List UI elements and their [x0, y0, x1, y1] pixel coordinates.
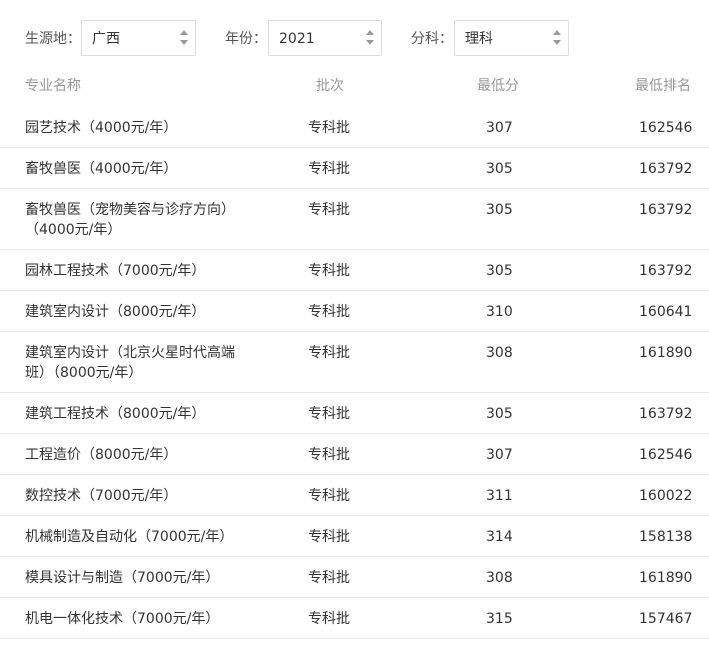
major-name-cell: 建筑室内设计（北京火星时代高端班）（8000元/年） [25, 345, 235, 381]
major-name-cell: 机电一体化技术（7000元/年） [25, 611, 220, 627]
arrow-up-icon [180, 30, 188, 35]
min-rank-cell: 162546 [639, 120, 693, 136]
year-label: 年份： [225, 31, 267, 47]
min-score-cell: 305 [486, 161, 513, 177]
batch-cell: 专科批 [308, 345, 350, 361]
batch-cell: 专科批 [308, 488, 350, 504]
table-body: 园艺技术（4000元/年） 专科批 307 162546 畜牧兽医（4000元/… [0, 107, 709, 639]
origin-label: 生源地： [25, 31, 81, 47]
min-rank-cell: 163792 [639, 161, 693, 177]
min-rank-cell: 163792 [639, 406, 693, 422]
origin-select[interactable]: 广西 [81, 20, 196, 56]
major-name-cell: 园艺技术（4000元/年） [25, 120, 178, 136]
min-score-cell: 307 [486, 447, 513, 463]
major-name-cell: 机械制造及自动化（7000元/年） [25, 529, 234, 545]
arrow-down-icon [180, 40, 188, 45]
table-row: 建筑室内设计（8000元/年） 专科批 310 160641 [0, 291, 709, 332]
min-rank-cell: 163792 [639, 263, 693, 279]
subject-select[interactable]: 理科 [454, 20, 569, 56]
table-header: 专业名称 批次 最低分 最低排名 [0, 76, 709, 100]
min-score-cell: 305 [486, 202, 513, 218]
min-score-cell: 308 [486, 570, 513, 586]
batch-cell: 专科批 [308, 447, 350, 463]
origin-select-value: 广西 [92, 31, 120, 47]
major-name-cell: 畜牧兽医（4000元/年） [25, 161, 178, 177]
min-score-cell: 308 [486, 345, 513, 361]
min-rank-cell: 160022 [639, 488, 693, 504]
subject-select-value: 理科 [465, 31, 493, 47]
min-score-cell: 314 [486, 529, 513, 545]
table-row: 建筑工程技术（8000元/年） 专科批 305 163792 [0, 393, 709, 434]
batch-cell: 专科批 [308, 161, 350, 177]
major-name-cell: 畜牧兽医（宠物美容与诊疗方向）（4000元/年） [25, 202, 235, 238]
table-row: 机电一体化技术（7000元/年） 专科批 315 157467 [0, 598, 709, 639]
spinner-arrows-icon [553, 28, 563, 48]
major-name-cell: 工程造价（8000元/年） [25, 447, 178, 463]
year-select-value: 2021 [279, 31, 315, 47]
major-name-cell: 建筑室内设计（8000元/年） [25, 304, 206, 320]
table-row: 机械制造及自动化（7000元/年） 专科批 314 158138 [0, 516, 709, 557]
arrow-up-icon [366, 30, 374, 35]
batch-cell: 专科批 [308, 406, 350, 422]
min-rank-cell: 160641 [639, 304, 693, 320]
table-row: 工程造价（8000元/年） 专科批 307 162546 [0, 434, 709, 475]
year-select[interactable]: 2021 [268, 20, 382, 56]
min-rank-cell: 161890 [639, 570, 693, 586]
header-min-score: 最低分 [477, 78, 519, 94]
min-score-cell: 307 [486, 120, 513, 136]
batch-cell: 专科批 [308, 304, 350, 320]
table-row: 模具设计与制造（7000元/年） 专科批 308 161890 [0, 557, 709, 598]
arrow-down-icon [553, 40, 561, 45]
major-name-cell: 数控技术（7000元/年） [25, 488, 178, 504]
filter-bar: 生源地： 广西 年份： 2021 分科： 理科 [0, 0, 709, 80]
batch-cell: 专科批 [308, 263, 350, 279]
arrow-up-icon [553, 30, 561, 35]
min-score-cell: 311 [486, 488, 513, 504]
table-row: 园艺技术（4000元/年） 专科批 307 162546 [0, 107, 709, 148]
batch-cell: 专科批 [308, 611, 350, 627]
subject-label: 分科： [411, 31, 453, 47]
batch-cell: 专科批 [308, 202, 350, 218]
min-rank-cell: 161890 [639, 345, 693, 361]
min-score-cell: 305 [486, 406, 513, 422]
min-rank-cell: 163792 [639, 202, 693, 218]
batch-cell: 专科批 [308, 120, 350, 136]
min-rank-cell: 157467 [639, 611, 693, 627]
major-name-cell: 模具设计与制造（7000元/年） [25, 570, 220, 586]
major-name-cell: 建筑工程技术（8000元/年） [25, 406, 206, 422]
min-score-cell: 305 [486, 263, 513, 279]
table-row: 数控技术（7000元/年） 专科批 311 160022 [0, 475, 709, 516]
table-row: 园林工程技术（7000元/年） 专科批 305 163792 [0, 250, 709, 291]
batch-cell: 专科批 [308, 570, 350, 586]
table-row: 建筑室内设计（北京火星时代高端班）（8000元/年） 专科批 308 16189… [0, 332, 709, 393]
major-name-cell: 园林工程技术（7000元/年） [25, 263, 206, 279]
table-row: 畜牧兽医（宠物美容与诊疗方向）（4000元/年） 专科批 305 163792 [0, 189, 709, 250]
header-major-name: 专业名称 [25, 78, 81, 94]
spinner-arrows-icon [180, 28, 190, 48]
min-score-cell: 310 [486, 304, 513, 320]
spinner-arrows-icon [366, 28, 376, 48]
min-score-cell: 315 [486, 611, 513, 627]
min-rank-cell: 158138 [639, 529, 693, 545]
header-batch: 批次 [316, 78, 344, 94]
arrow-down-icon [366, 40, 374, 45]
table-row: 畜牧兽医（4000元/年） 专科批 305 163792 [0, 148, 709, 189]
header-min-rank: 最低排名 [635, 78, 691, 94]
batch-cell: 专科批 [308, 529, 350, 545]
min-rank-cell: 162546 [639, 447, 693, 463]
